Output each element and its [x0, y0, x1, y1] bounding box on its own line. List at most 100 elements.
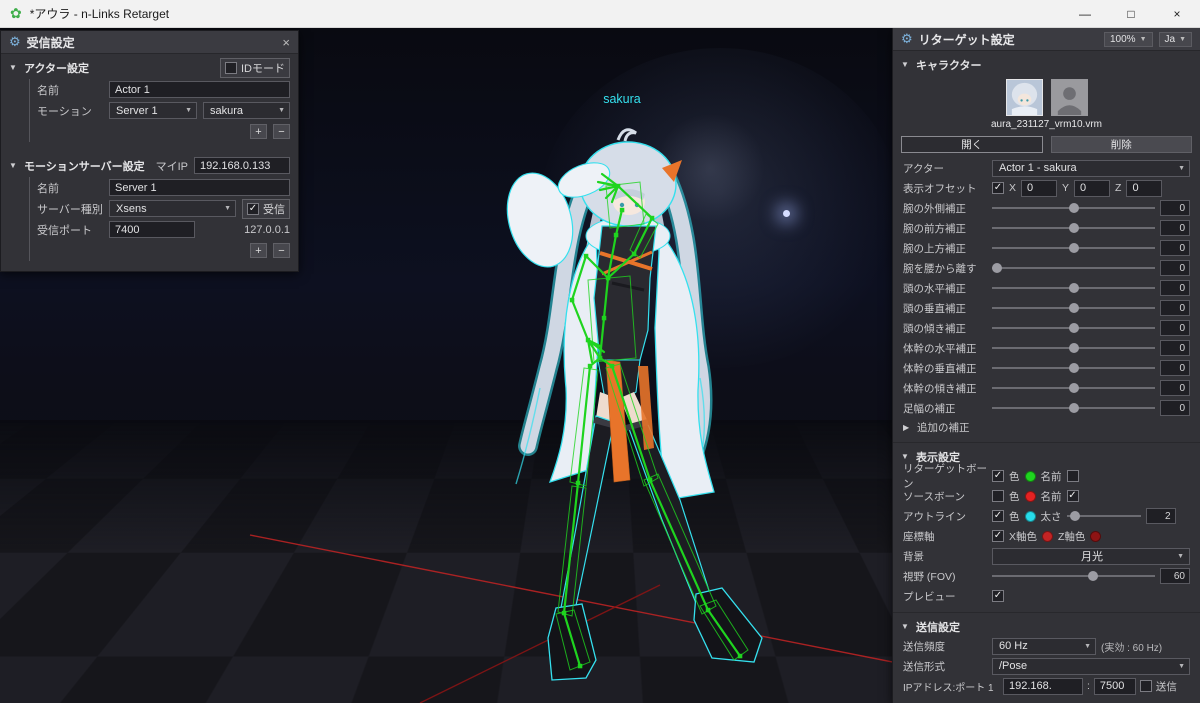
slider-value[interactable]: 0	[1160, 300, 1190, 316]
remove-server-button[interactable]: −	[273, 243, 290, 258]
offset-y-input[interactable]: 0	[1074, 180, 1110, 197]
axes-checkbox[interactable]	[992, 530, 1004, 542]
receive-toggle[interactable]: 受信	[242, 199, 290, 219]
slider-handle[interactable]	[1069, 223, 1079, 233]
source-bone-color-swatch[interactable]	[1025, 491, 1036, 502]
correction-slider[interactable]	[992, 242, 1155, 254]
motion-label: モーション	[37, 103, 103, 119]
correction-slider[interactable]	[992, 302, 1155, 314]
offset-x-input[interactable]: 0	[1021, 180, 1057, 197]
source-bones-checkbox[interactable]	[992, 490, 1004, 502]
close-icon[interactable]: ×	[282, 35, 290, 50]
slider-handle[interactable]	[1069, 323, 1079, 333]
correction-slider[interactable]	[992, 222, 1155, 234]
server-type-dropdown[interactable]: Xsens ▼	[109, 200, 236, 217]
collapse-triangle-icon[interactable]: ▼	[901, 452, 910, 461]
slider-value[interactable]: 0	[1160, 320, 1190, 336]
send-rate-dropdown[interactable]: 60 Hz ▼	[992, 638, 1096, 655]
motion-actor-dropdown[interactable]: sakura ▼	[203, 102, 290, 119]
id-mode-toggle[interactable]: IDモード	[220, 58, 290, 78]
correction-slider[interactable]	[992, 282, 1155, 294]
send-format-dropdown[interactable]: /Pose ▼	[992, 658, 1190, 675]
collapse-triangle-icon[interactable]: ▶	[903, 423, 912, 432]
retarget-bones-checkbox[interactable]	[992, 470, 1004, 482]
collapse-triangle-icon[interactable]: ▼	[9, 63, 18, 72]
x-axis-color-swatch[interactable]	[1042, 531, 1053, 542]
correction-slider[interactable]	[992, 322, 1155, 334]
collapse-triangle-icon[interactable]: ▼	[9, 161, 18, 170]
correction-slider[interactable]	[992, 402, 1155, 414]
zoom-dropdown[interactable]: 100% ▼	[1104, 32, 1153, 47]
correction-slider[interactable]	[992, 202, 1155, 214]
slider-handle[interactable]	[1069, 243, 1079, 253]
fov-value[interactable]: 60	[1160, 568, 1190, 584]
character-thumb-empty[interactable]	[1051, 79, 1088, 116]
actor-select-dropdown[interactable]: Actor 1 - sakura ▼	[992, 160, 1190, 177]
slider-value[interactable]: 0	[1160, 240, 1190, 256]
correction-slider[interactable]	[992, 362, 1155, 374]
id-mode-checkbox[interactable]	[225, 62, 237, 74]
preview-label: プレビュー	[903, 589, 987, 604]
slider-handle[interactable]	[1069, 403, 1079, 413]
minimize-button[interactable]: —	[1062, 0, 1108, 27]
slider-value[interactable]: 0	[1160, 400, 1190, 416]
server-name-input[interactable]: Server 1	[109, 179, 290, 196]
source-bone-name-checkbox[interactable]	[1067, 490, 1079, 502]
slider-value[interactable]: 0	[1160, 260, 1190, 276]
motion-server-dropdown[interactable]: Server 1 ▼	[109, 102, 197, 119]
receive-check-label: 受信	[263, 201, 285, 217]
open-model-button[interactable]: 開く	[901, 136, 1043, 153]
slider-handle[interactable]	[992, 263, 1002, 273]
maximize-button[interactable]: □	[1108, 0, 1154, 27]
offset-z-input[interactable]: 0	[1126, 180, 1162, 197]
collapse-triangle-icon[interactable]: ▼	[901, 622, 910, 631]
remove-actor-button[interactable]: −	[273, 124, 290, 139]
slider-value[interactable]: 0	[1160, 220, 1190, 236]
correction-slider[interactable]	[992, 342, 1155, 354]
background-dropdown[interactable]: 月光 ▼	[992, 548, 1190, 565]
thickness-slider[interactable]	[1067, 510, 1141, 522]
fov-slider[interactable]	[992, 570, 1155, 582]
send-checkbox[interactable]	[1140, 680, 1152, 692]
correction-slider[interactable]	[992, 382, 1155, 394]
slider-value[interactable]: 0	[1160, 380, 1190, 396]
collapse-triangle-icon[interactable]: ▼	[901, 60, 910, 69]
character-thumbnail[interactable]	[1006, 79, 1043, 116]
retarget-bone-name-checkbox[interactable]	[1067, 470, 1079, 482]
slider-handle[interactable]	[1069, 383, 1079, 393]
slider-handle[interactable]	[1069, 343, 1079, 353]
z-axis-color-swatch[interactable]	[1090, 531, 1101, 542]
close-button[interactable]: ×	[1154, 0, 1200, 27]
window-titlebar[interactable]: ✿ *アウラ - n-Links Retarget — □ ×	[0, 0, 1200, 28]
delete-model-button[interactable]: 削除	[1051, 136, 1193, 153]
slider-value[interactable]: 0	[1160, 280, 1190, 296]
slider-value[interactable]: 0	[1160, 360, 1190, 376]
add-actor-button[interactable]: +	[250, 124, 267, 139]
slider-handle[interactable]	[1069, 283, 1079, 293]
receive-panel-header[interactable]: ⚙ 受信設定 ×	[1, 31, 298, 54]
add-server-button[interactable]: +	[250, 243, 267, 258]
correction-slider[interactable]	[992, 262, 1155, 274]
receive-checkbox[interactable]	[247, 203, 259, 215]
retarget-panel-header[interactable]: ⚙ リターゲット設定 100% ▼ Ja ▼	[893, 28, 1200, 51]
outline-color-swatch[interactable]	[1025, 511, 1036, 522]
retarget-bone-color-swatch[interactable]	[1025, 471, 1036, 482]
slider-handle[interactable]	[1069, 363, 1079, 373]
slider-handle[interactable]	[1070, 511, 1080, 521]
slider-handle[interactable]	[1069, 303, 1079, 313]
thickness-value[interactable]: 2	[1146, 508, 1176, 524]
actor-name-input[interactable]: Actor 1	[109, 81, 290, 98]
offset-checkbox[interactable]	[992, 182, 1004, 194]
slider-value[interactable]: 0	[1160, 200, 1190, 216]
slider-value[interactable]: 0	[1160, 340, 1190, 356]
port-input[interactable]: 7500	[1094, 678, 1136, 695]
receive-port-input[interactable]: 7400	[109, 221, 195, 238]
language-dropdown[interactable]: Ja ▼	[1159, 32, 1193, 47]
slider-handle[interactable]	[1069, 203, 1079, 213]
preview-checkbox[interactable]	[992, 590, 1004, 602]
slider-label: 腕の上方補正	[903, 241, 987, 256]
my-ip-input[interactable]: 192.168.0.133	[194, 157, 290, 174]
slider-handle[interactable]	[1088, 571, 1098, 581]
ip-address-input[interactable]: 192.168.	[1003, 678, 1083, 695]
outline-checkbox[interactable]	[992, 510, 1004, 522]
